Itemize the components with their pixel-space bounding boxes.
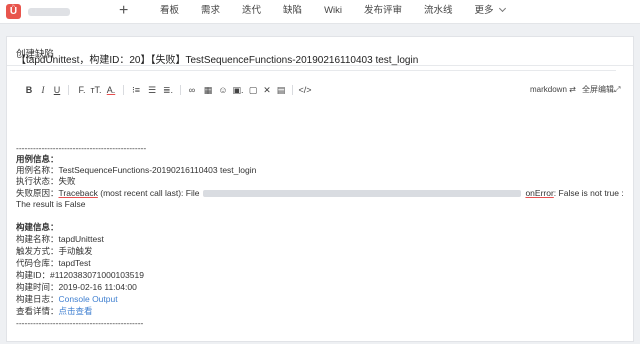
console-output-link[interactable]: Console Output [59,294,118,304]
link-icon[interactable]: ∞ [186,83,198,97]
build-log-line: 构建日志：Console Output [16,294,118,305]
fail-reason-line: 失败原因：Traceback (most recent call last): … [16,188,624,199]
underline-icon[interactable]: U [52,83,62,97]
case-name-line: 用例名称：TestSequenceFunctions-2019021611040… [16,165,257,175]
separator-line: ----------------------------------------… [16,143,147,153]
ordered-list-icon[interactable]: ⁝≡ [130,83,142,97]
build-time-line: 构建时间：2019-02-16 11:04:00 [16,282,137,292]
editor-toolbar: B I U F. ᴛT. A. ⁝≡ ☰ ≣. ∞ ▦ ☺ ▣. ▢ ✕ ▤ <… [16,83,620,97]
attachment-icon[interactable]: ▤ [275,83,287,97]
build-name-line: 构建名称：tapdUnittest [16,234,104,244]
fullscreen-label: 全屏编辑 [582,85,614,94]
emoji-icon[interactable]: ☺ [217,83,229,97]
nav-item-iterations[interactable]: 迭代 [242,0,261,24]
detail-prefix: 查看详情： [16,306,59,316]
redacted-traceback [203,190,522,198]
title-divider [10,70,616,71]
source-code-icon[interactable]: </> [298,83,312,97]
traceback-word: Traceback [58,188,98,198]
error-name-tail: onError [525,188,554,198]
project-name-blurred[interactable] [28,8,70,16]
align-icon[interactable]: ≣. [162,83,174,97]
fail-result-line: The result is False [16,199,86,209]
nav-item-pipeline[interactable]: 流水线 [424,0,453,24]
detail-line: 查看详情：点击查看 [16,306,93,317]
markdown-label: markdown [530,85,567,94]
toolbar-divider [292,85,293,95]
trigger-line: 触发方式：手动触发 [16,246,93,256]
nav-item-wiki[interactable]: Wiki [324,0,342,24]
nav-item-board[interactable]: 看板 [160,0,179,24]
build-info-heading: 构建信息： [16,222,59,232]
exec-status-line: 执行状态：失败 [16,176,76,186]
build-id-line: 构建ID：#1120383071000103519 [16,270,144,280]
chevron-down-icon [498,4,506,13]
fullscreen-icon: ⤢ [614,85,621,94]
markdown-icon: ⇄ [569,85,576,94]
fail-reason-tail: : False is not true : [553,188,624,198]
view-detail-link[interactable]: 点击查看 [59,306,93,316]
italic-icon[interactable]: I [38,83,48,97]
unordered-list-icon[interactable]: ☰ [146,83,158,97]
font-family-icon[interactable]: F. [76,83,88,97]
nav-item-bugs[interactable]: 缺陷 [283,0,302,24]
nav-more-label: 更多 [474,5,494,16]
font-size-icon[interactable]: ᴛT. [89,83,103,97]
fail-reason-prefix: 失败原因： [16,188,59,198]
top-navigation-bar: Ǜ + 看板 需求 迭代 缺陷 Wiki 发布评审 流水线 更多 [0,0,640,24]
bug-title-input[interactable]: 【tapdUnittest，构建ID：20】【失败】TestSequenceFu… [16,51,418,66]
build-log-prefix: 构建日志： [16,294,59,304]
clear-format-icon[interactable]: ✕ [262,83,272,97]
main-nav: 看板 需求 迭代 缺陷 Wiki 发布评审 流水线 更多 [160,0,506,24]
case-info-heading: 用例信息： [16,154,59,164]
fullscreen-edit-button[interactable]: 全屏编辑⤢ [582,83,620,97]
toolbar-divider [123,85,124,95]
image-icon[interactable]: ▣. [231,83,245,97]
nav-item-release-review[interactable]: 发布评审 [364,0,402,24]
toolbar-divider [180,85,181,95]
markdown-toggle[interactable]: markdown ⇄ [530,83,576,97]
toolbar-divider [68,85,69,95]
table-icon[interactable]: ▦ [202,83,214,97]
bold-icon[interactable]: B [24,83,34,97]
code-block-icon[interactable]: ▢ [247,83,259,97]
tapd-logo-icon[interactable]: Ǜ [6,4,21,19]
traceback-text: (most recent call last): File [97,188,200,198]
nav-item-more[interactable]: 更多 [474,0,506,24]
nav-item-requirements[interactable]: 需求 [201,0,220,24]
font-color-icon[interactable]: A. [105,83,117,97]
create-plus-icon[interactable]: + [119,2,128,20]
separator-line-end: ----------------------------------------… [16,318,144,328]
repo-line: 代码仓库：tapdTest [16,258,91,268]
